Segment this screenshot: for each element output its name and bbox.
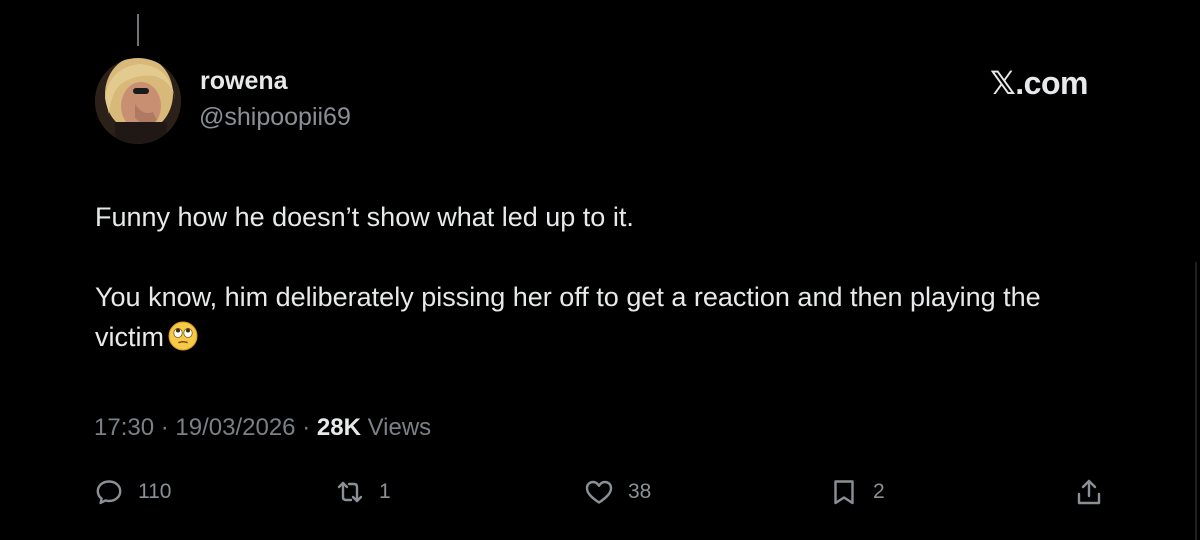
bookmark-count: 2 (873, 480, 885, 503)
x-brand-logo: 𝕏.com (990, 65, 1088, 101)
tweet-date[interactable]: 19/03/2026 (175, 414, 295, 441)
avatar-image (95, 58, 181, 144)
bookmark-button[interactable]: 2 (829, 474, 885, 510)
like-count: 38 (628, 480, 652, 503)
bookmark-icon (829, 477, 859, 507)
tweet-body: Funny how he doesn’t show what led up to… (95, 197, 1105, 357)
like-button[interactable]: 38 (584, 474, 651, 510)
share-button[interactable] (1074, 474, 1104, 510)
tweet-meta: 17:30 · 19/03/2026 · 28K Views (94, 412, 431, 444)
tweet-paragraph-2: You know, him deliberately pissing her o… (95, 277, 1105, 357)
tweet-paragraph-1: Funny how he doesn’t show what led up to… (95, 202, 634, 232)
reply-bubble-icon (94, 477, 124, 507)
views-label: Views (367, 414, 432, 441)
author-handle[interactable]: @shipoopii69 (199, 102, 351, 132)
tweet-paragraph-2-text: You know, him deliberately pissing her o… (95, 282, 1041, 352)
reply-count: 110 (138, 480, 172, 503)
repost-arrows-icon (335, 477, 365, 507)
thread-connector-line (137, 14, 139, 46)
repost-count: 1 (379, 480, 391, 503)
meta-separator: · (302, 414, 311, 441)
author-display-name[interactable]: rowena (200, 66, 288, 96)
share-upload-icon (1074, 477, 1104, 507)
views-count: 28K (316, 414, 361, 441)
repost-button[interactable]: 1 (335, 474, 391, 510)
scrollbar-track[interactable] (1195, 262, 1197, 540)
tweet-time[interactable]: 17:30 (94, 414, 154, 441)
meta-separator: · (160, 414, 169, 441)
avatar[interactable] (95, 58, 181, 144)
reply-button[interactable]: 110 (94, 474, 171, 510)
heart-icon (584, 477, 614, 507)
rolling-eyes-emoji-icon (168, 321, 198, 351)
